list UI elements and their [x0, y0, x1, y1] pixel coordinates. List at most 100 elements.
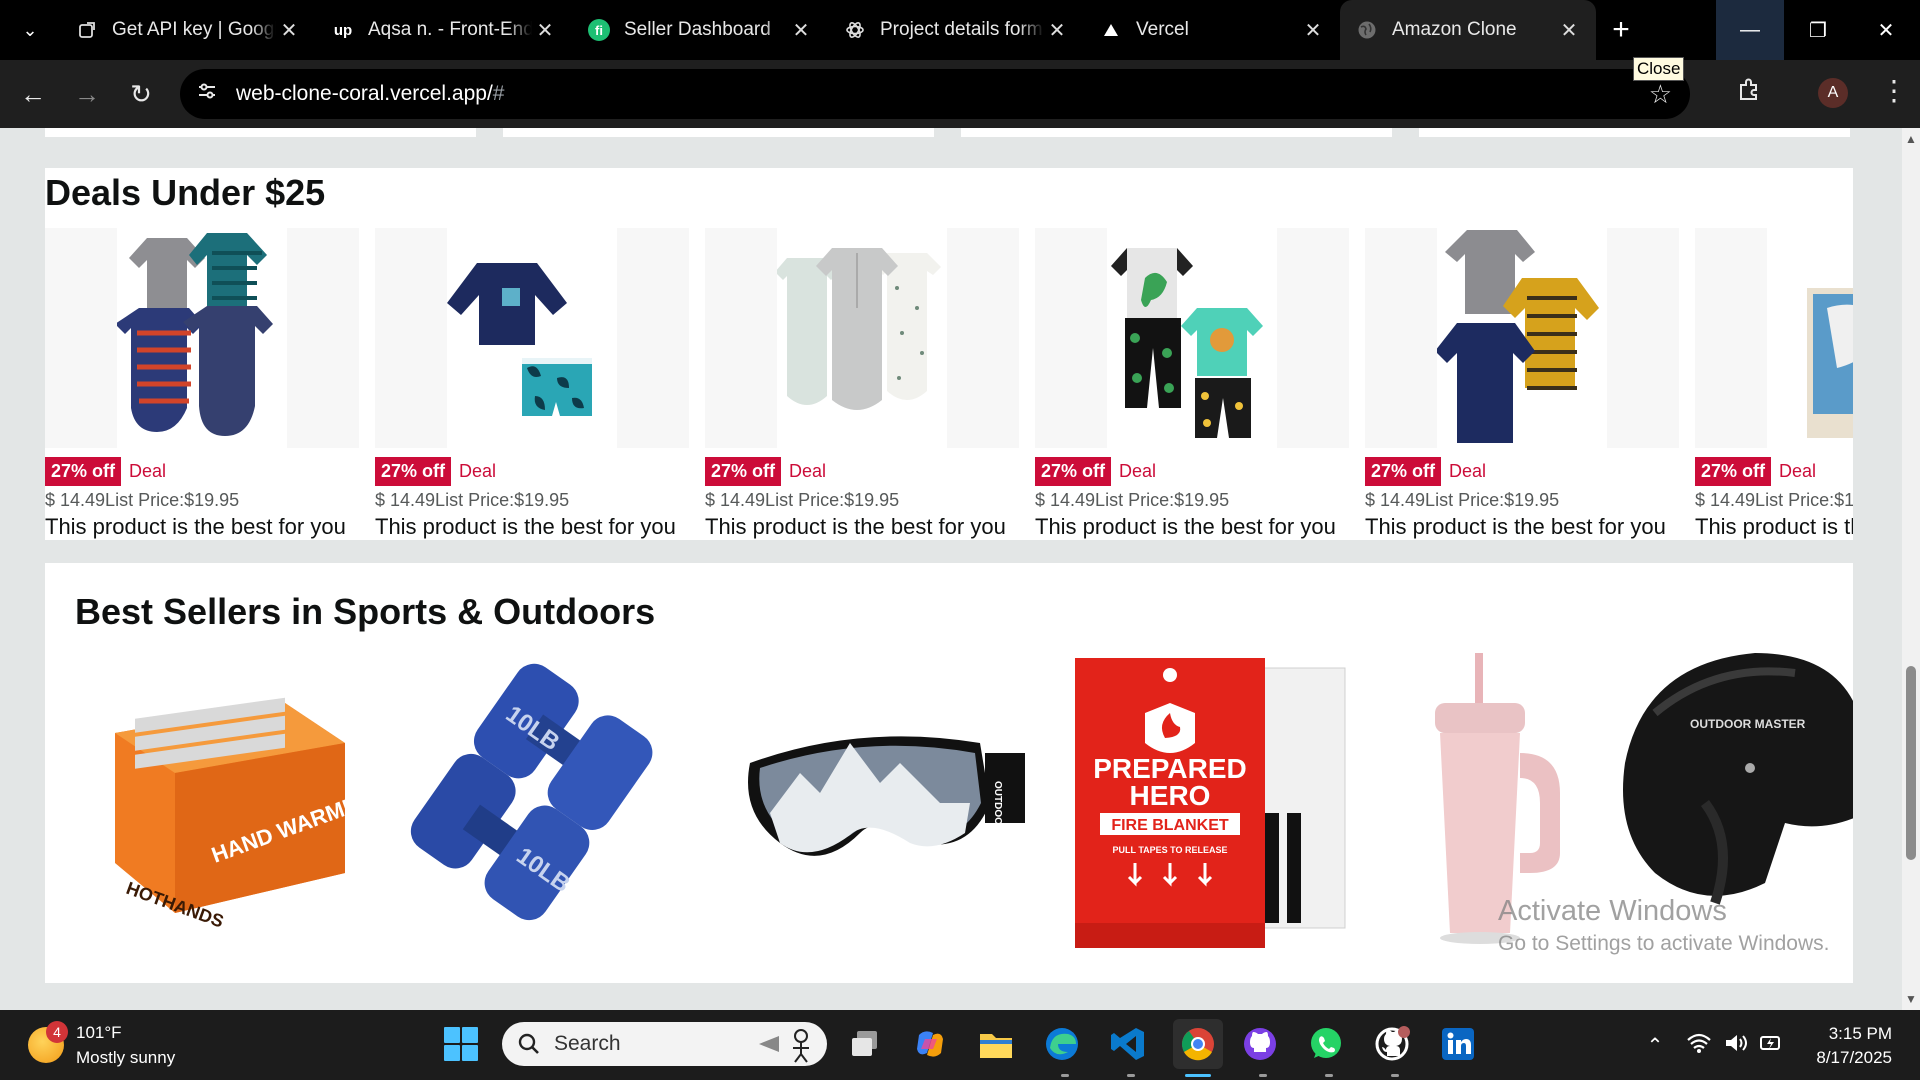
chrome-button[interactable]: [1173, 1019, 1223, 1069]
product-hand-warmers[interactable]: HAND WARMERS HOTHANDS: [105, 653, 390, 953]
new-tab-button[interactable]: +: [1596, 0, 1646, 60]
deal-card[interactable]: 27% off Deal $ 14.49List Price:$19.95 Th…: [375, 228, 689, 540]
tab-title: Get API key | Google AI Studio: [112, 19, 276, 40]
close-tooltip: Close: [1633, 57, 1685, 81]
tab-amazon-clone[interactable]: Amazon Clone ✕: [1340, 0, 1596, 60]
reload-button[interactable]: ↻: [114, 79, 168, 110]
github-button[interactable]: [1372, 1024, 1412, 1064]
product-image[interactable]: [1435, 228, 1607, 448]
close-tab-icon[interactable]: ✕: [1300, 18, 1326, 43]
profile-avatar[interactable]: A: [1818, 78, 1848, 108]
address-bar[interactable]: web-clone-coral.vercel.app/# ☆: [180, 69, 1690, 119]
scroll-down-icon[interactable]: ▼: [1905, 992, 1917, 1006]
product-fire-blanket[interactable]: PREPARED HERO FIRE BLANKET PULL TAPES TO…: [1075, 653, 1365, 953]
product-description: This product is the best for you: [375, 514, 676, 539]
back-button[interactable]: ←: [6, 79, 60, 110]
deal-card[interactable]: 27% off Deal $ 14.49List Price:$19.95 Th…: [1695, 228, 1853, 540]
tab-strip: ⌄ Get API key | Google AI Studio ✕ up Aq…: [0, 0, 1920, 60]
copilot-button[interactable]: [910, 1024, 950, 1064]
close-tab-icon[interactable]: ✕: [532, 18, 558, 43]
github-icon: [1375, 1026, 1410, 1061]
wifi-icon[interactable]: [1686, 1032, 1724, 1059]
tab-upwork[interactable]: up Aqsa n. - Front-End Developer ✕: [316, 0, 572, 60]
tab-seller-dashboard[interactable]: fi Seller Dashboard ✕: [572, 0, 828, 60]
close-tab-icon[interactable]: ✕: [276, 18, 302, 43]
scrollbar-thumb[interactable]: [1906, 666, 1916, 860]
page-scrollbar[interactable]: ▲ ▼: [1902, 128, 1920, 1010]
chevron-up-icon[interactable]: ⌃: [1640, 1033, 1670, 1058]
deal-label: Deal: [1119, 460, 1157, 481]
tab-google-ai-studio[interactable]: Get API key | Google AI Studio ✕: [60, 0, 316, 60]
helmet-brand: OUTDOOR MASTER: [1690, 717, 1806, 731]
globe-icon: [1356, 19, 1378, 41]
deal-badge-row: 27% off Deal: [1365, 456, 1679, 486]
minimize-icon: —: [1740, 18, 1760, 41]
vscode-icon: [1111, 1028, 1144, 1060]
tab-vercel[interactable]: Vercel ✕: [1084, 0, 1340, 60]
restore-button[interactable]: ❐: [1784, 0, 1852, 60]
scroll-up-icon[interactable]: ▲: [1905, 132, 1917, 146]
price-text: $ 14.49List Price:$19.95: [1035, 490, 1230, 510]
deal-label: Deal: [129, 460, 167, 481]
close-tab-icon[interactable]: ✕: [1556, 18, 1582, 43]
strap-text: OUTDOOR MASTER: [992, 781, 1003, 878]
volume-icon[interactable]: [1724, 1032, 1758, 1059]
product-image-frame: [375, 228, 689, 448]
vscode-button[interactable]: [1108, 1024, 1148, 1064]
weather-widget[interactable]: 4 101°F Mostly sunny: [28, 1020, 175, 1070]
close-window-button[interactable]: ✕: [1852, 0, 1920, 60]
github-desktop-button[interactable]: [1240, 1024, 1280, 1064]
product-ski-goggles[interactable]: OUTDOOR MASTER: [740, 653, 1030, 953]
product-description: This product is the best for you: [45, 514, 346, 539]
whatsapp-icon: [1311, 1028, 1341, 1058]
tab-title: Amazon Clone: [1392, 19, 1517, 40]
file-explorer-button[interactable]: [976, 1024, 1016, 1064]
page-viewport: Deals Under $25 27% off Deal $ 14.49List…: [0, 128, 1902, 1010]
linkedin-button[interactable]: [1438, 1024, 1478, 1064]
battery-icon[interactable]: [1758, 1032, 1792, 1059]
deal-card[interactable]: 27% off Deal $ 14.49List Price:$19.95 Th…: [1035, 228, 1349, 540]
deal-card[interactable]: 27% off Deal $ 14.49List Price:$19.95 Th…: [45, 228, 359, 540]
minimize-button[interactable]: —: [1716, 0, 1784, 60]
arrow-right-icon: →: [74, 78, 100, 109]
discount-badge: 27% off: [375, 456, 452, 486]
deal-card[interactable]: 27% off Deal $ 14.49List Price:$19.95 Th…: [705, 228, 1019, 540]
more-options-icon[interactable]: ⋮: [1880, 74, 1908, 107]
site-info-icon[interactable]: [196, 80, 226, 108]
start-button[interactable]: [441, 1024, 481, 1064]
weather-description: Mostly sunny: [76, 1048, 176, 1067]
discount-badge: 27% off: [705, 456, 782, 486]
forward-button[interactable]: →: [60, 79, 114, 110]
product-image[interactable]: [115, 228, 287, 448]
tab-project-details[interactable]: Project details form ✕: [828, 0, 1084, 60]
bookmark-star-icon[interactable]: ☆: [1649, 79, 1672, 110]
system-clock[interactable]: 3:15 PM 8/17/2025: [1816, 1022, 1892, 1070]
extensions-icon[interactable]: [1736, 77, 1762, 110]
product-image[interactable]: [1107, 228, 1277, 448]
restore-icon: ❐: [1809, 19, 1827, 42]
activate-windows-watermark: Activate Windows Go to Settings to activ…: [1498, 895, 1830, 956]
edge-button[interactable]: [1042, 1024, 1082, 1064]
linkedin-icon: [1442, 1028, 1474, 1060]
running-indicator: [1259, 1074, 1267, 1077]
product-description: This product is the best for you: [1365, 514, 1666, 539]
product-image[interactable]: [447, 228, 617, 448]
close-tab-icon[interactable]: ✕: [1044, 18, 1070, 43]
product-image[interactable]: [1767, 228, 1853, 448]
card-bottom: [503, 128, 934, 137]
task-view-button[interactable]: [845, 1024, 885, 1064]
deal-card[interactable]: 27% off Deal $ 14.49List Price:$19.95 Th…: [1365, 228, 1679, 540]
product-dumbbells[interactable]: 10LB 10LB: [405, 653, 655, 953]
section-title: Best Sellers in Sports & Outdoors: [75, 591, 656, 632]
product-image[interactable]: [775, 228, 947, 448]
plus-icon: +: [1612, 13, 1630, 46]
openai-icon: [844, 19, 866, 41]
taskbar-search[interactable]: Search: [502, 1022, 827, 1066]
active-app-indicator: [1185, 1074, 1211, 1077]
deal-badge-row: 27% off Deal: [705, 456, 1019, 486]
whatsapp-button[interactable]: [1306, 1024, 1346, 1064]
tab-search-button[interactable]: ⌄: [0, 0, 60, 60]
running-indicator: [1061, 1074, 1069, 1077]
search-label: Search: [554, 1032, 621, 1055]
close-tab-icon[interactable]: ✕: [788, 18, 814, 43]
